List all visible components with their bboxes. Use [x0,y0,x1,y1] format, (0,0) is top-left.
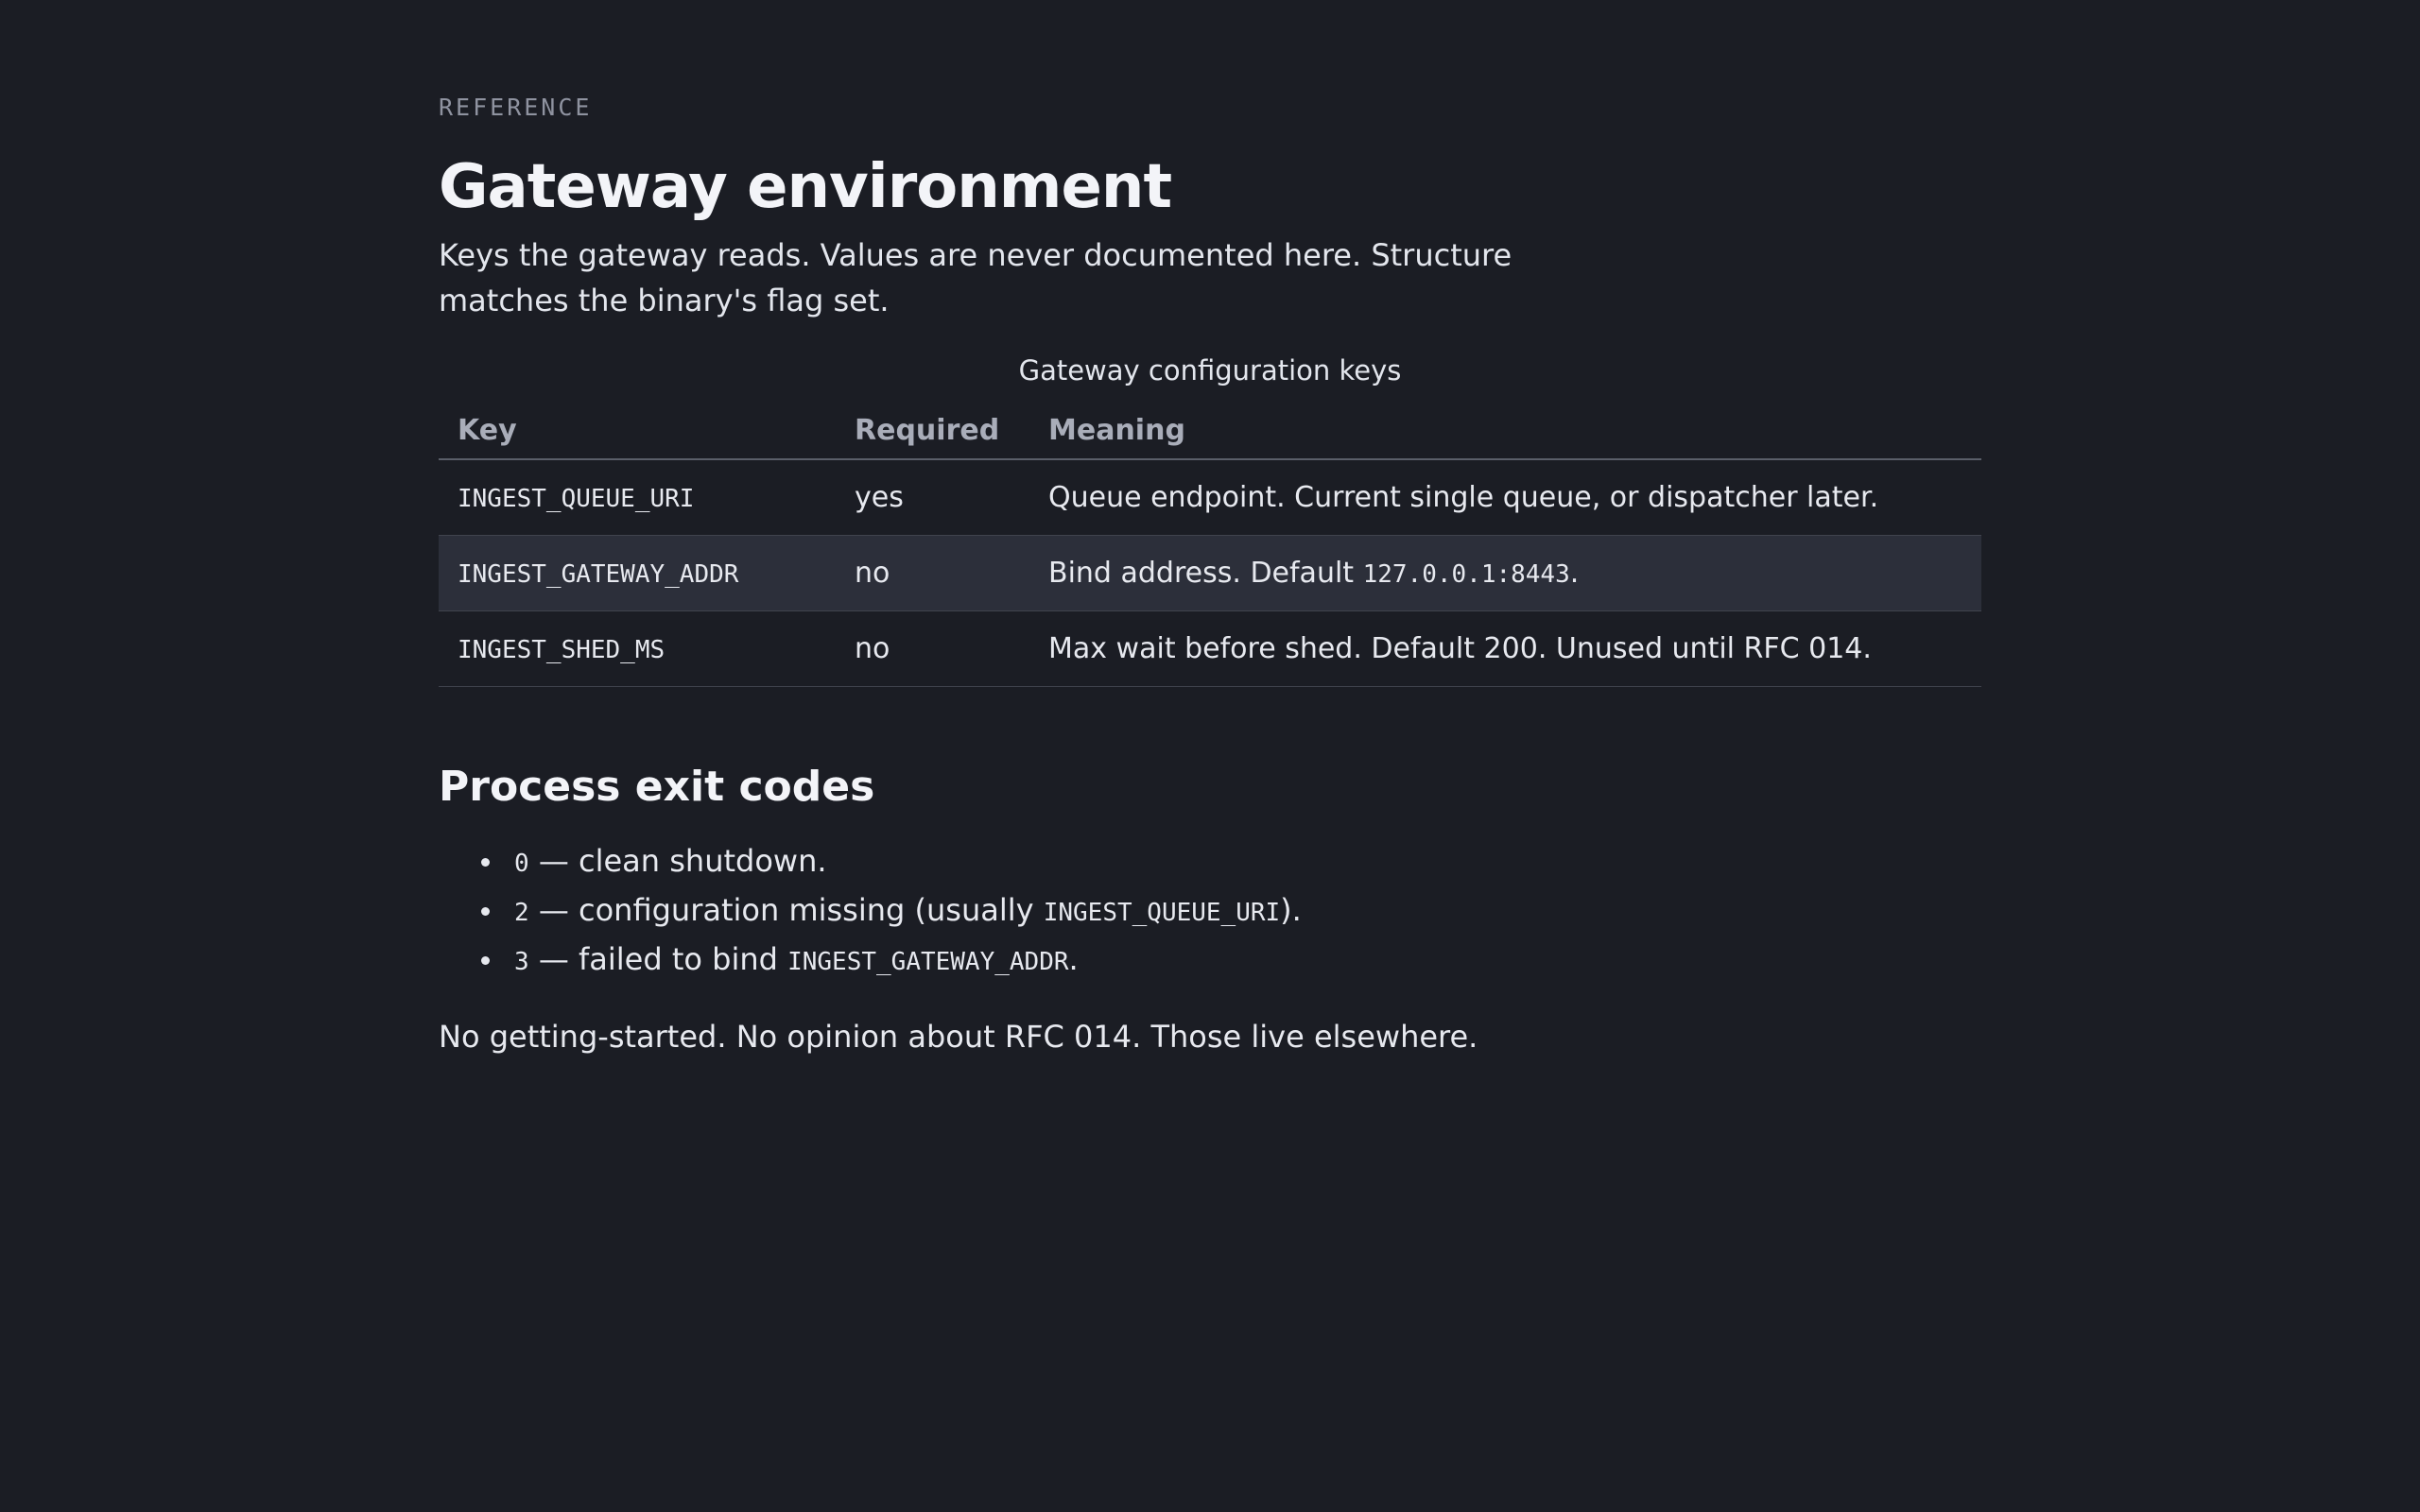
meaning-text: Queue endpoint. Current single queue, or… [1048,480,1879,514]
meaning-cell: Max wait before shed. Default 200. Unuse… [1029,610,1981,687]
meaning-cell: Bind address. Default 127.0.0.1:8443. [1029,535,1981,611]
meaning-code: 127.0.0.1:8443 [1362,559,1570,589]
key-cell: INGEST_SHED_MS [439,610,836,687]
section-eyebrow: REFERENCE [439,94,593,121]
exit-codes-list: 0 — clean shutdown. 2 — configuration mi… [439,838,1981,986]
table-row: INGEST_GATEWAY_ADDR no Bind address. Def… [439,535,1981,611]
closing-note: No getting-started. No opinion about RFC… [439,1018,1478,1055]
exit-code: 3 [514,947,529,976]
meaning-suffix: . [1569,556,1580,590]
exit-code-suffix: . [1068,940,1079,977]
exit-codes-heading: Process exit codes [439,762,875,811]
page-title: Gateway environment [439,152,1172,222]
exit-code-description: — clean shutdown. [528,842,827,879]
key-code: INGEST_QUEUE_URI [458,484,695,513]
exit-code-description: — configuration missing (usually [528,891,1044,928]
list-item: 0 — clean shutdown. [481,838,1981,887]
key-code: INGEST_GATEWAY_ADDR [458,559,739,589]
table-header-row: Key Required Meaning [439,403,1981,460]
exit-code: 2 [514,898,529,927]
meaning-text: Bind address. Default [1048,556,1363,590]
column-header-meaning: Meaning [1029,403,1981,460]
key-cell: INGEST_GATEWAY_ADDR [439,535,836,611]
required-cell: yes [836,459,1029,536]
key-code: INGEST_SHED_MS [458,635,666,664]
table-caption: Gateway configuration keys [1018,354,1402,387]
exit-code-ref: INGEST_GATEWAY_ADDR [787,947,1069,976]
required-cell: no [836,535,1029,611]
table-row: INGEST_SHED_MS no Max wait before shed. … [439,610,1981,687]
list-item: 3 — failed to bind INGEST_GATEWAY_ADDR. [481,936,1981,986]
config-keys-table: Key Required Meaning INGEST_QUEUE_URI ye… [439,403,1981,687]
key-cell: INGEST_QUEUE_URI [439,459,836,536]
exit-code-description: — failed to bind [528,940,788,977]
column-header-key: Key [439,403,836,460]
meaning-text: Max wait before shed. Default 200. Unuse… [1048,631,1872,665]
meaning-cell: Queue endpoint. Current single queue, or… [1029,459,1981,536]
exit-code: 0 [514,849,529,878]
required-cell: no [836,610,1029,687]
exit-code-suffix: ). [1280,891,1302,928]
exit-code-ref: INGEST_QUEUE_URI [1043,898,1281,927]
document: REFERENCE Gateway environment Keys the g… [439,91,1981,1059]
list-item: 2 — configuration missing (usually INGES… [481,887,1981,936]
table-row: INGEST_QUEUE_URI yes Queue endpoint. Cur… [439,459,1981,536]
intro-paragraph: Keys the gateway reads. Values are never… [439,237,1512,318]
column-header-required: Required [836,403,1029,460]
